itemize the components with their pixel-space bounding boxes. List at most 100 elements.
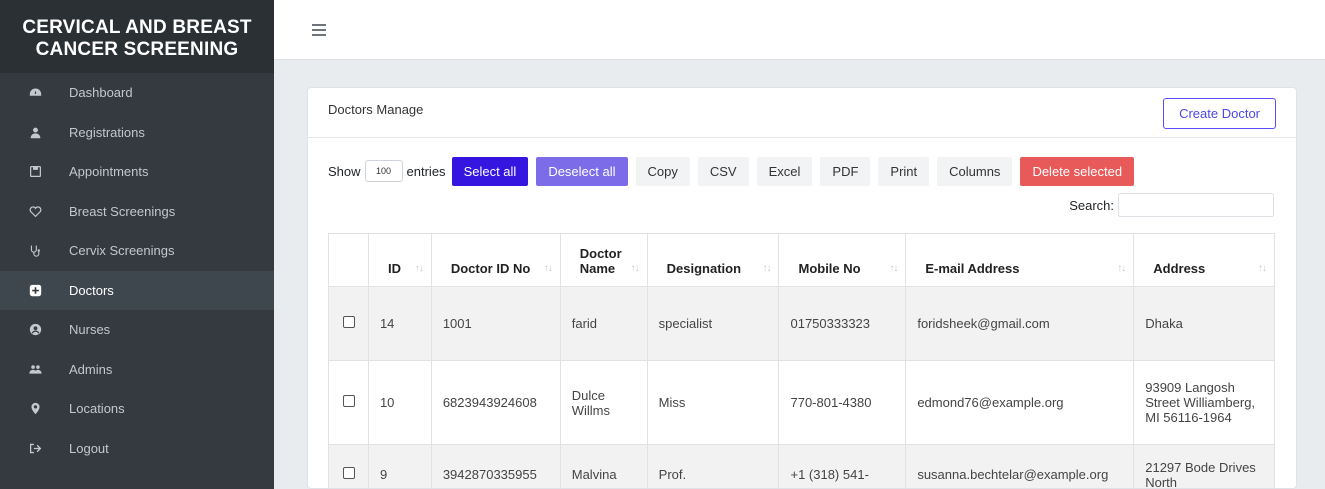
sidebar-item-label: Breast Screenings <box>69 203 176 219</box>
table-row[interactable]: 14 1001 farid specialist 01750333323 foridshe… <box>328 286 1275 361</box>
sidebar-nav: Dashboard Registrations Appointments Breast… <box>0 73 274 468</box>
column-header-label: E-mail Address <box>925 261 1020 276</box>
sort-icon[interactable]: ↑↓ <box>544 263 553 274</box>
cell-address: Dhaka <box>1133 286 1275 361</box>
create-doctor-button[interactable]: Create Doctor <box>1163 98 1276 129</box>
column-header-label: Doctor Name <box>579 246 622 276</box>
column-header-label: Mobile No <box>798 261 861 276</box>
sidebar-item-label: Logout <box>69 440 109 456</box>
column-header-mobile-no[interactable]: Mobile No ↑↓ <box>778 233 907 287</box>
hamburger-menu-icon[interactable] <box>312 24 326 36</box>
select-column-header <box>328 233 369 287</box>
sidebar-item-cervix-screenings[interactable]: Cervix Screenings <box>0 231 274 271</box>
search-label: Search: <box>1069 197 1114 213</box>
cell-doctor-id-no: 1001 <box>430 286 561 361</box>
cell-email: foridsheek@gmail.com <box>905 286 1135 361</box>
sort-icon[interactable]: ↑↓ <box>1117 263 1126 274</box>
cell-designation: Prof. <box>646 444 780 488</box>
copy-button[interactable]: Copy <box>635 156 690 186</box>
sort-icon[interactable]: ↑↓ <box>1258 263 1267 274</box>
brand-line-1: CERVICAL AND BREAST <box>22 17 252 38</box>
sidebar-item-admins[interactable]: Admins <box>0 350 274 390</box>
cell-mobile: +1 (318) 541- <box>778 444 907 488</box>
cell-mobile: 770-801-4380 <box>778 360 907 445</box>
column-header-id[interactable]: ID ↑↓ <box>367 233 432 287</box>
pdf-button[interactable]: PDF <box>820 156 871 186</box>
heart-icon <box>28 204 42 218</box>
sidebar-item-appointments[interactable]: Appointments <box>0 152 274 192</box>
search-input[interactable] <box>1118 193 1274 217</box>
search-box: Search: <box>1069 193 1274 217</box>
excel-button[interactable]: Excel <box>756 156 813 186</box>
sidebar-item-breast-screenings[interactable]: Breast Screenings <box>0 192 274 232</box>
column-header-doctor-id-no[interactable]: Doctor ID No ↑↓ <box>430 233 561 287</box>
sidebar-item-label: Nurses <box>69 322 111 338</box>
cell-doctor-name: farid <box>559 286 648 361</box>
row-checkbox-cell <box>328 444 369 488</box>
column-header-address[interactable]: Address ↑↓ <box>1133 233 1275 287</box>
show-label: Show <box>328 163 361 179</box>
columns-button[interactable]: Columns <box>937 156 1013 186</box>
doctors-card: Doctors Manage Create Doctor Show 100 en… <box>307 87 1297 489</box>
sidebar-item-label: Dashboard <box>69 85 133 101</box>
select-all-button[interactable]: Select all <box>451 156 529 186</box>
column-header-designation[interactable]: Designation ↑↓ <box>646 233 780 287</box>
column-header-doctor-name[interactable]: Doctor Name ↑↓ <box>559 233 648 287</box>
sort-icon[interactable]: ↑↓ <box>415 263 424 274</box>
row-checkbox-cell <box>328 286 369 361</box>
column-header-e-mail-address[interactable]: E-mail Address ↑↓ <box>905 233 1135 287</box>
sidebar-item-nurses[interactable]: Nurses <box>0 310 274 350</box>
column-header-label: Doctor ID No <box>450 261 531 276</box>
sort-icon[interactable]: ↑↓ <box>762 263 771 274</box>
cell-designation: specialist <box>646 286 780 361</box>
users-icon <box>28 362 42 376</box>
cell-mobile: 01750333323 <box>778 286 907 361</box>
map-marker-icon <box>28 402 42 416</box>
sidebar-item-logout[interactable]: Logout <box>0 429 274 469</box>
cell-id: 10 <box>367 360 432 445</box>
save-icon <box>28 165 42 179</box>
card-header: Doctors Manage Create Doctor <box>308 88 1296 138</box>
table-toolbar: Show 100 entries Select all Deselect all… <box>328 156 1142 186</box>
card-title: Doctors Manage <box>328 102 424 117</box>
print-button[interactable]: Print <box>878 156 930 186</box>
sidebar-item-doctors[interactable]: Doctors <box>0 270 274 310</box>
entries-label: entries <box>406 163 446 179</box>
cell-designation: Miss <box>646 360 780 445</box>
plus-square-icon <box>28 283 42 297</box>
cell-id: 9 <box>367 444 432 488</box>
sidebar-item-label: Cervix Screenings <box>69 243 175 259</box>
user-icon <box>28 125 42 139</box>
sidebar-item-label: Appointments <box>69 164 149 180</box>
table-row[interactable]: 9 3942870335955 Malvina Prof. +1 (318) 541- s… <box>328 444 1275 488</box>
row-checkbox[interactable] <box>342 395 355 407</box>
row-checkbox[interactable] <box>342 316 355 328</box>
deselect-all-button[interactable]: Deselect all <box>536 156 628 186</box>
table-header-row: ID ↑↓ Doctor ID No ↑↓ Doctor Name ↑↓ Designati… <box>328 233 1275 287</box>
column-header-label: Address <box>1153 261 1206 276</box>
sidebar-item-label: Locations <box>69 401 125 417</box>
row-checkbox[interactable] <box>342 467 355 479</box>
sort-icon[interactable]: ↑↓ <box>631 263 640 274</box>
stethoscope-icon <box>28 244 42 258</box>
sidebar-item-label: Doctors <box>69 282 114 298</box>
cell-doctor-name: Malvina <box>559 444 648 488</box>
row-checkbox-cell <box>328 360 369 445</box>
cell-id: 14 <box>367 286 432 361</box>
brand-logo[interactable]: CERVICAL AND BREAST CANCER SCREENING <box>0 0 274 73</box>
dashboard-icon <box>28 86 42 100</box>
sidebar-item-dashboard[interactable]: Dashboard <box>0 73 274 113</box>
cell-doctor-name: Dulce Willms <box>559 360 648 445</box>
top-navbar <box>274 0 1325 60</box>
sidebar-item-locations[interactable]: Locations <box>0 389 274 429</box>
brand-line-2: CANCER SCREENING <box>35 39 239 60</box>
sort-icon[interactable]: ↑↓ <box>889 263 898 274</box>
column-header-label: ID <box>387 261 401 276</box>
cell-address: 93909 Langosh Street Williamberg, MI 561… <box>1133 360 1275 445</box>
csv-button[interactable]: CSV <box>697 156 749 186</box>
entries-length-select[interactable]: 100 <box>364 160 403 182</box>
table-row[interactable]: 10 6823943924608 Dulce Willms Miss 770-801-4… <box>328 360 1275 445</box>
cell-doctor-id-no: 6823943924608 <box>430 360 561 445</box>
delete-selected-button[interactable]: Delete selected <box>1020 156 1135 186</box>
sidebar-item-registrations[interactable]: Registrations <box>0 113 274 153</box>
